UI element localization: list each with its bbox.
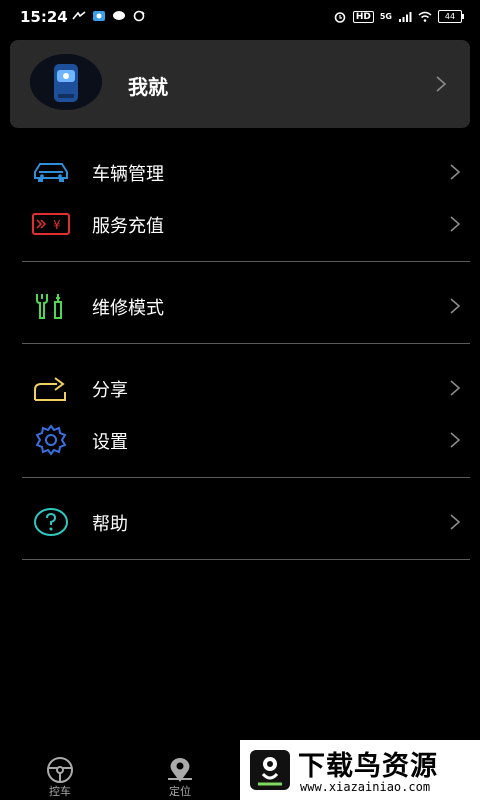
chat-notification-icon	[113, 11, 125, 20]
car-icon	[34, 163, 68, 182]
steering-wheel-icon	[47, 757, 73, 783]
profile-name: 我就	[128, 75, 168, 99]
notification-icons	[72, 10, 146, 22]
menu-label-repair-mode: 维修模式	[92, 298, 164, 319]
menu-item-vehicle-management[interactable]: 车辆管理	[0, 146, 480, 198]
watermark-url: www.xiazainiao.com	[300, 780, 431, 794]
battery-indicator: 44	[438, 10, 464, 23]
chevron-right-icon	[450, 514, 461, 530]
svg-text:¥: ¥	[53, 218, 61, 232]
alarm-icon	[334, 11, 346, 23]
car-photo-icon	[30, 54, 102, 110]
tab-label: 定位	[169, 785, 191, 798]
tab-label: 控车	[49, 785, 71, 798]
watermark: 下载鸟资源 www.xiazainiao.com	[240, 740, 480, 800]
menu-label-vehicle-management: 车辆管理	[92, 164, 164, 185]
chevron-right-icon	[436, 76, 447, 92]
menu-label-share: 分享	[92, 380, 128, 401]
watermark-title: 下载鸟资源	[298, 751, 438, 782]
menu-item-service-recharge[interactable]: ¥ 服务充值	[0, 198, 480, 250]
menu-item-settings[interactable]: 设置	[0, 414, 480, 466]
divider	[22, 261, 470, 262]
sync-notification-icon	[133, 10, 145, 22]
profile-card[interactable]: 我就	[10, 40, 470, 128]
avatar	[30, 54, 102, 110]
chevron-right-icon	[450, 164, 461, 180]
menu-label-service-recharge: 服务充值	[92, 216, 164, 237]
signal-icon	[399, 11, 412, 22]
chevron-right-icon	[450, 380, 461, 396]
app-notification-icon	[72, 11, 86, 20]
watermark-logo-icon	[250, 750, 290, 790]
recharge-card-icon: ¥	[32, 213, 70, 235]
status-time: 15:24	[20, 8, 68, 26]
hd-badge: HD	[352, 10, 374, 23]
chevron-right-icon	[450, 298, 461, 314]
menu-item-help[interactable]: 帮助	[0, 496, 480, 548]
tools-icon	[36, 294, 62, 319]
wifi-icon	[418, 11, 432, 22]
location-pin-icon	[168, 758, 192, 782]
divider	[22, 477, 470, 478]
menu-label-settings: 设置	[92, 432, 128, 453]
tab-vehicle-control[interactable]: 控车	[30, 745, 90, 800]
tab-location[interactable]: 定位	[150, 745, 210, 800]
menu-label-help: 帮助	[92, 514, 128, 535]
help-icon	[34, 508, 68, 536]
system-icons: HD 5G 44	[333, 10, 464, 23]
status-bar: 15:24 HD 5G 44	[0, 0, 480, 34]
chevron-right-icon	[450, 432, 461, 448]
menu-item-repair-mode[interactable]: 维修模式	[0, 280, 480, 332]
chevron-right-icon	[450, 216, 461, 232]
divider	[22, 343, 470, 344]
divider	[22, 559, 470, 560]
menu-item-share[interactable]: 分享	[0, 362, 480, 414]
network-type: 5G	[379, 12, 392, 21]
share-icon	[34, 377, 66, 401]
gallery-notification-icon	[93, 11, 105, 21]
gear-icon	[35, 424, 67, 456]
